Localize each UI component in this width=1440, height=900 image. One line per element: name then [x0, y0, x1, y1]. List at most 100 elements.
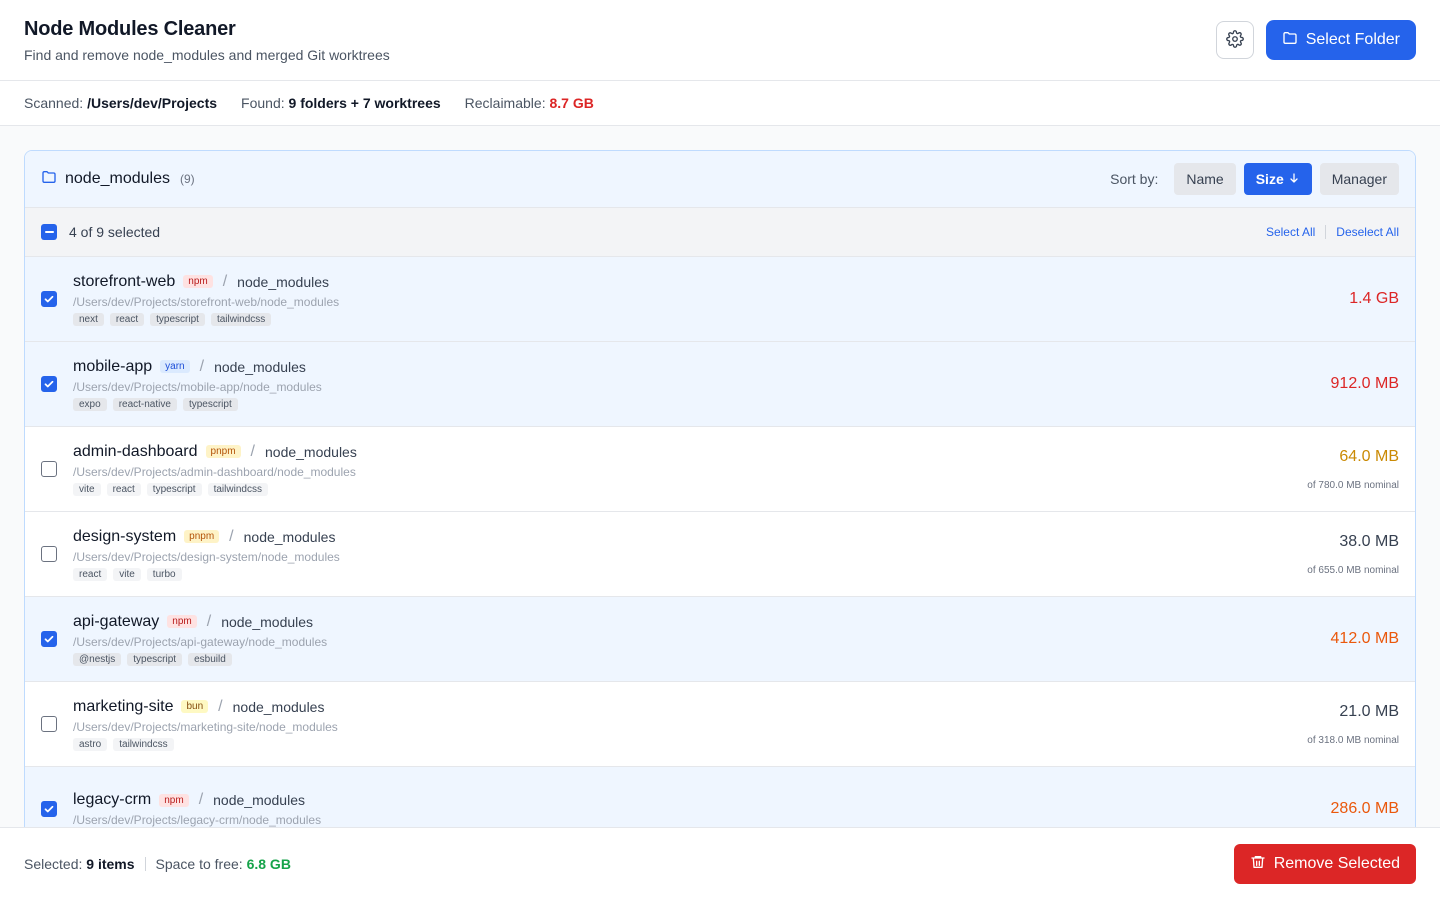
folder-name: node_modules: [214, 358, 306, 375]
item-heading: api-gateway npm / node_modules: [73, 613, 1331, 631]
dependency-tag: tailwindcss: [210, 312, 272, 326]
dependency-tag: esbuild: [188, 652, 232, 666]
sort-group: Sort by: Name Size Manager: [1110, 163, 1399, 195]
path-separator: /: [222, 272, 228, 290]
item-details: marketing-site bun / node_modules/Users/dev…: [73, 698, 1307, 751]
dependency-tags: next react typescript tailwindcss: [73, 312, 1349, 326]
dependency-tag: vite: [73, 482, 101, 496]
space-label: Space to free:: [155, 856, 243, 872]
dependency-tag: turbo: [146, 567, 182, 581]
item-checkbox[interactable]: [41, 291, 57, 307]
sort-label: Sort by:: [1110, 171, 1159, 187]
folder-name: node_modules: [243, 528, 336, 545]
dependency-tag: react: [73, 567, 108, 581]
divider: [1325, 225, 1327, 239]
size-info: 38.0 MB of 655.0 MB nominal: [1307, 533, 1399, 576]
selection-count: 4 of 9 selected: [69, 224, 161, 240]
size-info: 412.0 MB: [1331, 630, 1399, 648]
list-item[interactable]: api-gateway npm / node_modules/Users/dev/Pr…: [25, 597, 1415, 682]
list-item[interactable]: storefront-web npm / node_modules/Users/dev…: [25, 257, 1415, 342]
nominal-size: of 780.0 MB nominal: [1307, 479, 1399, 491]
main-area: node_modules (9) Sort by: Name Size Mana…: [0, 126, 1440, 827]
folder-name: node_modules: [265, 443, 357, 460]
item-heading: storefront-web npm / node_modules: [73, 273, 1349, 291]
select-folder-label: Select Folder: [1305, 31, 1400, 48]
item-checkbox[interactable]: [41, 376, 57, 392]
item-details: mobile-app yarn / node_modules/Users/dev/Pr…: [73, 358, 1331, 411]
selected-stat: Selected: 9 items: [24, 856, 135, 872]
deselect-all-link[interactable]: Deselect All: [1336, 225, 1399, 239]
dependency-tag: @nestjs: [73, 652, 122, 666]
list-item[interactable]: design-system pnpm / node_modules/Users/dev…: [25, 512, 1415, 597]
found-stat: Found: 9 folders + 7 worktrees: [241, 95, 441, 111]
scanned-stat: Scanned: /Users/dev/Projects: [24, 95, 217, 111]
dependency-tag: typescript: [150, 312, 205, 326]
item-checkbox[interactable]: [41, 801, 57, 817]
arrow-down-icon: [1288, 171, 1300, 187]
remove-selected-label: Remove Selected: [1273, 855, 1400, 872]
checkmark-icon: [43, 378, 55, 390]
footer-bar: Selected: 9 items Space to free: 6.8 GB …: [0, 827, 1440, 900]
project-name: design-system: [73, 527, 177, 545]
space-value: 6.8 GB: [246, 856, 291, 872]
sort-name-button[interactable]: Name: [1174, 163, 1236, 195]
item-path: /Users/dev/Projects/mobile-app/node_modu…: [73, 379, 322, 394]
item-details: legacy-crm npm / node_modules/Users/dev/Pro…: [73, 791, 1331, 827]
checkmark-icon: [43, 633, 55, 645]
item-path: /Users/dev/Projects/storefront-web/node_…: [73, 294, 340, 309]
title-block: Node Modules Cleaner Find and remove nod…: [24, 18, 390, 63]
list-item[interactable]: admin-dashboard pnpm / node_modules/Users/d…: [25, 427, 1415, 512]
remove-selected-button[interactable]: Remove Selected: [1233, 844, 1416, 884]
item-heading: mobile-app yarn / node_modules: [73, 358, 1331, 376]
dependency-tag: tailwindcss: [207, 482, 268, 496]
item-details: api-gateway npm / node_modules/Users/dev/Pr…: [73, 613, 1331, 666]
folder-icon: [41, 169, 57, 190]
item-heading: marketing-site bun / node_modules: [73, 698, 1307, 716]
scanned-label: Scanned:: [24, 95, 84, 111]
selected-label: Selected:: [24, 856, 83, 872]
item-path: /Users/dev/Projects/api-gateway/node_mod…: [73, 634, 328, 649]
size-info: 64.0 MB of 780.0 MB nominal: [1307, 448, 1399, 491]
dependency-tag: typescript: [146, 482, 202, 496]
footer-stats: Selected: 9 items Space to free: 6.8 GB: [24, 856, 291, 872]
sort-manager-label: Manager: [1331, 171, 1387, 187]
select-folder-button[interactable]: Select Folder: [1265, 20, 1416, 60]
dependency-tags: astro tailwindcss: [73, 737, 1307, 751]
dependency-tag: astro: [73, 737, 108, 751]
item-checkbox[interactable]: [41, 546, 57, 562]
item-path: /Users/dev/Projects/admin-dashboard/node…: [73, 464, 356, 479]
settings-button[interactable]: [1215, 21, 1254, 59]
gear-icon: [1225, 29, 1244, 51]
item-size: 1.4 GB: [1349, 290, 1399, 307]
item-checkbox[interactable]: [41, 631, 57, 647]
app-header: Node Modules Cleaner Find and remove nod…: [0, 0, 1440, 81]
dependency-tag: vite: [113, 567, 141, 581]
space-stat: Space to free: 6.8 GB: [156, 856, 291, 872]
project-name: legacy-crm: [73, 791, 152, 808]
list-item[interactable]: legacy-crm npm / node_modules/Users/dev/Pro…: [25, 767, 1415, 827]
size-info: 21.0 MB of 318.0 MB nominal: [1307, 703, 1399, 746]
dependency-tag: react: [106, 482, 141, 496]
item-details: design-system pnpm / node_modules/Users/dev…: [73, 528, 1307, 581]
item-heading: legacy-crm npm / node_modules: [73, 791, 1331, 809]
sort-size-button[interactable]: Size: [1243, 163, 1312, 195]
item-path: /Users/dev/Projects/design-system/node_m…: [73, 549, 340, 564]
item-size: 412.0 MB: [1330, 630, 1399, 647]
path-separator: /: [218, 697, 223, 715]
selected-value: 9 items: [86, 856, 135, 872]
panel-title: node_modules (9): [41, 169, 195, 190]
item-checkbox[interactable]: [41, 461, 57, 477]
sort-manager-button[interactable]: Manager: [1319, 163, 1399, 195]
select-all-link[interactable]: Select All: [1266, 225, 1315, 239]
reclaimable-value: 8.7 GB: [549, 95, 594, 111]
dependency-tags: vite react typescript tailwindcss: [73, 482, 1307, 496]
list-item[interactable]: mobile-app yarn / node_modules/Users/dev/Pr…: [25, 342, 1415, 427]
project-name: admin-dashboard: [73, 442, 198, 460]
size-info: 1.4 GB: [1349, 290, 1399, 308]
item-checkbox[interactable]: [41, 716, 57, 732]
dependency-tag: react-native: [112, 397, 177, 411]
list-item[interactable]: marketing-site bun / node_modules/Users/dev…: [25, 682, 1415, 767]
select-all-checkbox[interactable]: [41, 224, 57, 240]
item-size: 21.0 MB: [1339, 702, 1399, 720]
path-separator: /: [229, 527, 234, 545]
